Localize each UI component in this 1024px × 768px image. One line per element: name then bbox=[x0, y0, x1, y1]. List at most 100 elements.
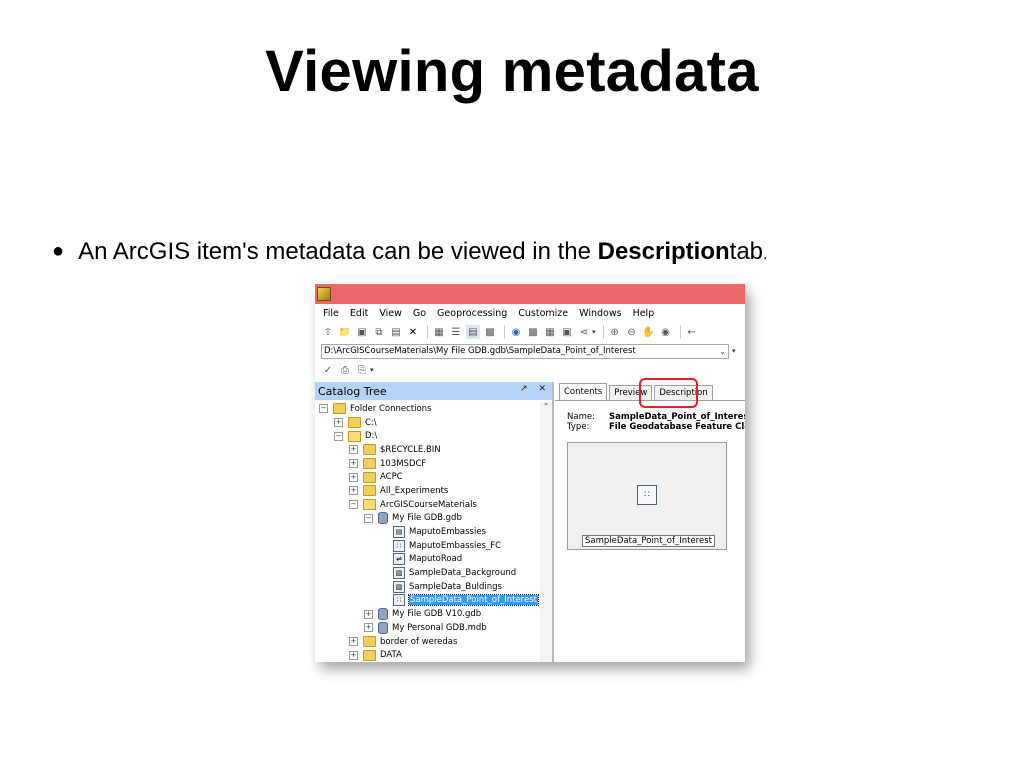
tree-item[interactable]: − D:\ bbox=[315, 429, 539, 443]
line-feature-class-icon: ⇌ bbox=[393, 553, 405, 566]
menu-go[interactable]: Go bbox=[413, 308, 426, 319]
tree-item[interactable]: ⇌ MaputoRoad bbox=[315, 553, 539, 567]
tree-item[interactable]: ▧ SampleData_Background bbox=[315, 566, 539, 580]
tab-description[interactable]: Description bbox=[654, 385, 713, 400]
disconnect-folder-icon[interactable]: ▣ bbox=[355, 325, 369, 339]
arctoolbox-icon[interactable]: ▦ bbox=[543, 325, 557, 339]
tree-item[interactable]: ▧ SampleData_Buldings bbox=[315, 580, 539, 594]
menu-view[interactable]: View bbox=[379, 308, 402, 319]
expand-icon[interactable]: + bbox=[349, 445, 358, 455]
catalog-content-area: Catalog Tree ↗ ✕ − Folder Connections + C:\… bbox=[315, 378, 745, 662]
menu-edit[interactable]: Edit bbox=[350, 308, 368, 319]
menu-file[interactable]: File bbox=[323, 308, 339, 319]
expand-icon[interactable]: + bbox=[364, 623, 373, 633]
folder-icon bbox=[363, 499, 376, 511]
tree-item-label: MaputoEmbassies_FC bbox=[409, 540, 502, 551]
menu-windows[interactable]: Windows bbox=[579, 308, 621, 319]
up-one-level-icon[interactable]: ⇧ bbox=[321, 325, 335, 339]
thumbnails-icon[interactable]: ▩ bbox=[483, 325, 497, 339]
delete-icon[interactable]: ✕ bbox=[406, 325, 420, 339]
connect-folder-icon[interactable]: 📁 bbox=[338, 325, 352, 339]
collapse-icon[interactable]: − bbox=[364, 513, 373, 523]
search-window-icon[interactable]: ◉ bbox=[509, 325, 523, 339]
toolbar-dropdown-icon[interactable]: ▾ bbox=[592, 328, 596, 336]
collapse-icon[interactable]: − bbox=[349, 500, 358, 510]
tree-item[interactable]: + All_Experiments bbox=[315, 484, 539, 498]
tree-item-label: My File GDB.gdb bbox=[392, 513, 462, 524]
bullet-period: . bbox=[763, 246, 768, 263]
tree-item[interactable]: − My File GDB.gdb bbox=[315, 512, 539, 526]
contents-item-thumbnail[interactable]: ∷ SampleData_Point_of_Interest bbox=[567, 442, 727, 550]
menu-geoprocessing[interactable]: Geoprocessing bbox=[437, 308, 507, 319]
folder-icon bbox=[363, 458, 376, 470]
menu-help[interactable]: Help bbox=[633, 308, 655, 319]
expand-icon[interactable]: + bbox=[334, 418, 343, 428]
import-metadata-icon[interactable]: ⎙ bbox=[338, 363, 352, 377]
tree-item[interactable]: + DATA bbox=[315, 648, 539, 662]
scroll-up-icon[interactable]: ⌃ bbox=[540, 402, 552, 411]
copy-icon[interactable]: ⧉ bbox=[372, 325, 386, 339]
tree-item[interactable]: ∷ SampleData_Point_of_Interest bbox=[315, 594, 539, 608]
tree-item-label: My Personal GDB.mdb bbox=[392, 622, 487, 633]
pan-icon[interactable]: ✋ bbox=[642, 325, 656, 339]
full-extent-icon[interactable]: ◉ bbox=[659, 325, 673, 339]
location-path: D:\ArcGISCourseMaterials\My File GDB.gdb… bbox=[324, 345, 636, 356]
geodatabase-icon bbox=[378, 608, 388, 621]
toolbar-dropdown-icon[interactable]: ▾ bbox=[732, 347, 736, 355]
expand-icon[interactable]: + bbox=[349, 472, 358, 482]
tree-item[interactable]: + My File GDB V10.gdb bbox=[315, 607, 539, 621]
menu-customize[interactable]: Customize bbox=[518, 308, 568, 319]
edit-metadata-icon[interactable]: ✓ bbox=[321, 363, 335, 377]
tree-item[interactable]: ∷ MaputoEmbassies_FC bbox=[315, 539, 539, 553]
type-row: Type: File Geodatabase Feature Class bbox=[567, 422, 745, 432]
modelbuilder-icon[interactable]: ⋖ bbox=[577, 325, 591, 339]
back-icon[interactable]: ← bbox=[685, 325, 699, 339]
expand-icon[interactable]: + bbox=[364, 609, 373, 619]
chevron-down-icon[interactable]: ⌄ bbox=[719, 345, 726, 358]
tree-item[interactable]: ▤ MaputoEmbassies bbox=[315, 525, 539, 539]
tree-item[interactable]: + border of weredas bbox=[315, 635, 539, 649]
tree-item-label: All_Experiments bbox=[380, 485, 449, 496]
arccatalog-app-icon[interactable] bbox=[317, 287, 331, 301]
toolbar-separator bbox=[504, 325, 505, 339]
zoom-out-icon[interactable]: ⊖ bbox=[625, 325, 639, 339]
expand-icon[interactable]: + bbox=[349, 650, 358, 660]
paste-icon[interactable]: ▤ bbox=[389, 325, 403, 339]
tab-contents[interactable]: Contents bbox=[559, 383, 608, 400]
polygon-feature-class-icon: ▧ bbox=[393, 580, 405, 593]
tree-item[interactable]: + C:\ bbox=[315, 416, 539, 430]
large-icons-icon[interactable]: ▦ bbox=[432, 325, 446, 339]
list-icon[interactable]: ☰ bbox=[449, 325, 463, 339]
tree-item[interactable]: − ArcGISCourseMaterials bbox=[315, 498, 539, 512]
expand-icon[interactable]: + bbox=[349, 486, 358, 496]
collapse-icon[interactable]: − bbox=[334, 431, 343, 441]
tree-item[interactable]: − Folder Connections bbox=[315, 402, 539, 416]
close-icon[interactable]: ✕ bbox=[538, 384, 546, 394]
auto-hide-pin-icon[interactable]: ↗ bbox=[520, 384, 528, 394]
toolbar-separator bbox=[427, 325, 428, 339]
tab-preview[interactable]: Preview bbox=[609, 385, 653, 400]
collapse-icon[interactable]: − bbox=[319, 404, 328, 414]
tree-item-label: MaputoEmbassies bbox=[409, 527, 486, 538]
tree-item[interactable]: + $RECYCLE.BIN bbox=[315, 443, 539, 457]
catalog-tree-header: Catalog Tree ↗ ✕ bbox=[315, 382, 552, 400]
tree-item[interactable]: + My Personal GDB.mdb bbox=[315, 621, 539, 635]
vertical-scrollbar[interactable]: ⌃ bbox=[540, 402, 552, 662]
catalog-tree-window-icon[interactable]: ▩ bbox=[526, 325, 540, 339]
toolbar-dropdown-icon[interactable]: ▾ bbox=[370, 366, 374, 374]
details-icon[interactable]: ▤ bbox=[466, 325, 480, 339]
point-feature-class-icon: ∷ bbox=[393, 539, 405, 552]
tree-item[interactable]: + ACPC bbox=[315, 470, 539, 484]
zoom-in-icon[interactable]: ⊕ bbox=[608, 325, 622, 339]
python-window-icon[interactable]: ▣ bbox=[560, 325, 574, 339]
name-value: SampleData_Point_of_Interest bbox=[609, 412, 745, 422]
export-metadata-icon[interactable]: ⎘ bbox=[355, 363, 369, 377]
tree-item[interactable]: +103MSDCF bbox=[315, 457, 539, 471]
tree-item-label: My File GDB V10.gdb bbox=[392, 609, 482, 620]
expand-icon[interactable]: + bbox=[349, 637, 358, 647]
arccatalog-screenshot: File Edit View Go Geoprocessing Customize Wind… bbox=[315, 284, 745, 662]
folder-icon bbox=[363, 444, 376, 456]
expand-icon[interactable]: + bbox=[349, 459, 358, 469]
location-toolbar: D:\ArcGISCourseMaterials\My File GDB.gdb… bbox=[315, 342, 745, 360]
location-input[interactable]: D:\ArcGISCourseMaterials\My File GDB.gdb… bbox=[321, 343, 729, 359]
